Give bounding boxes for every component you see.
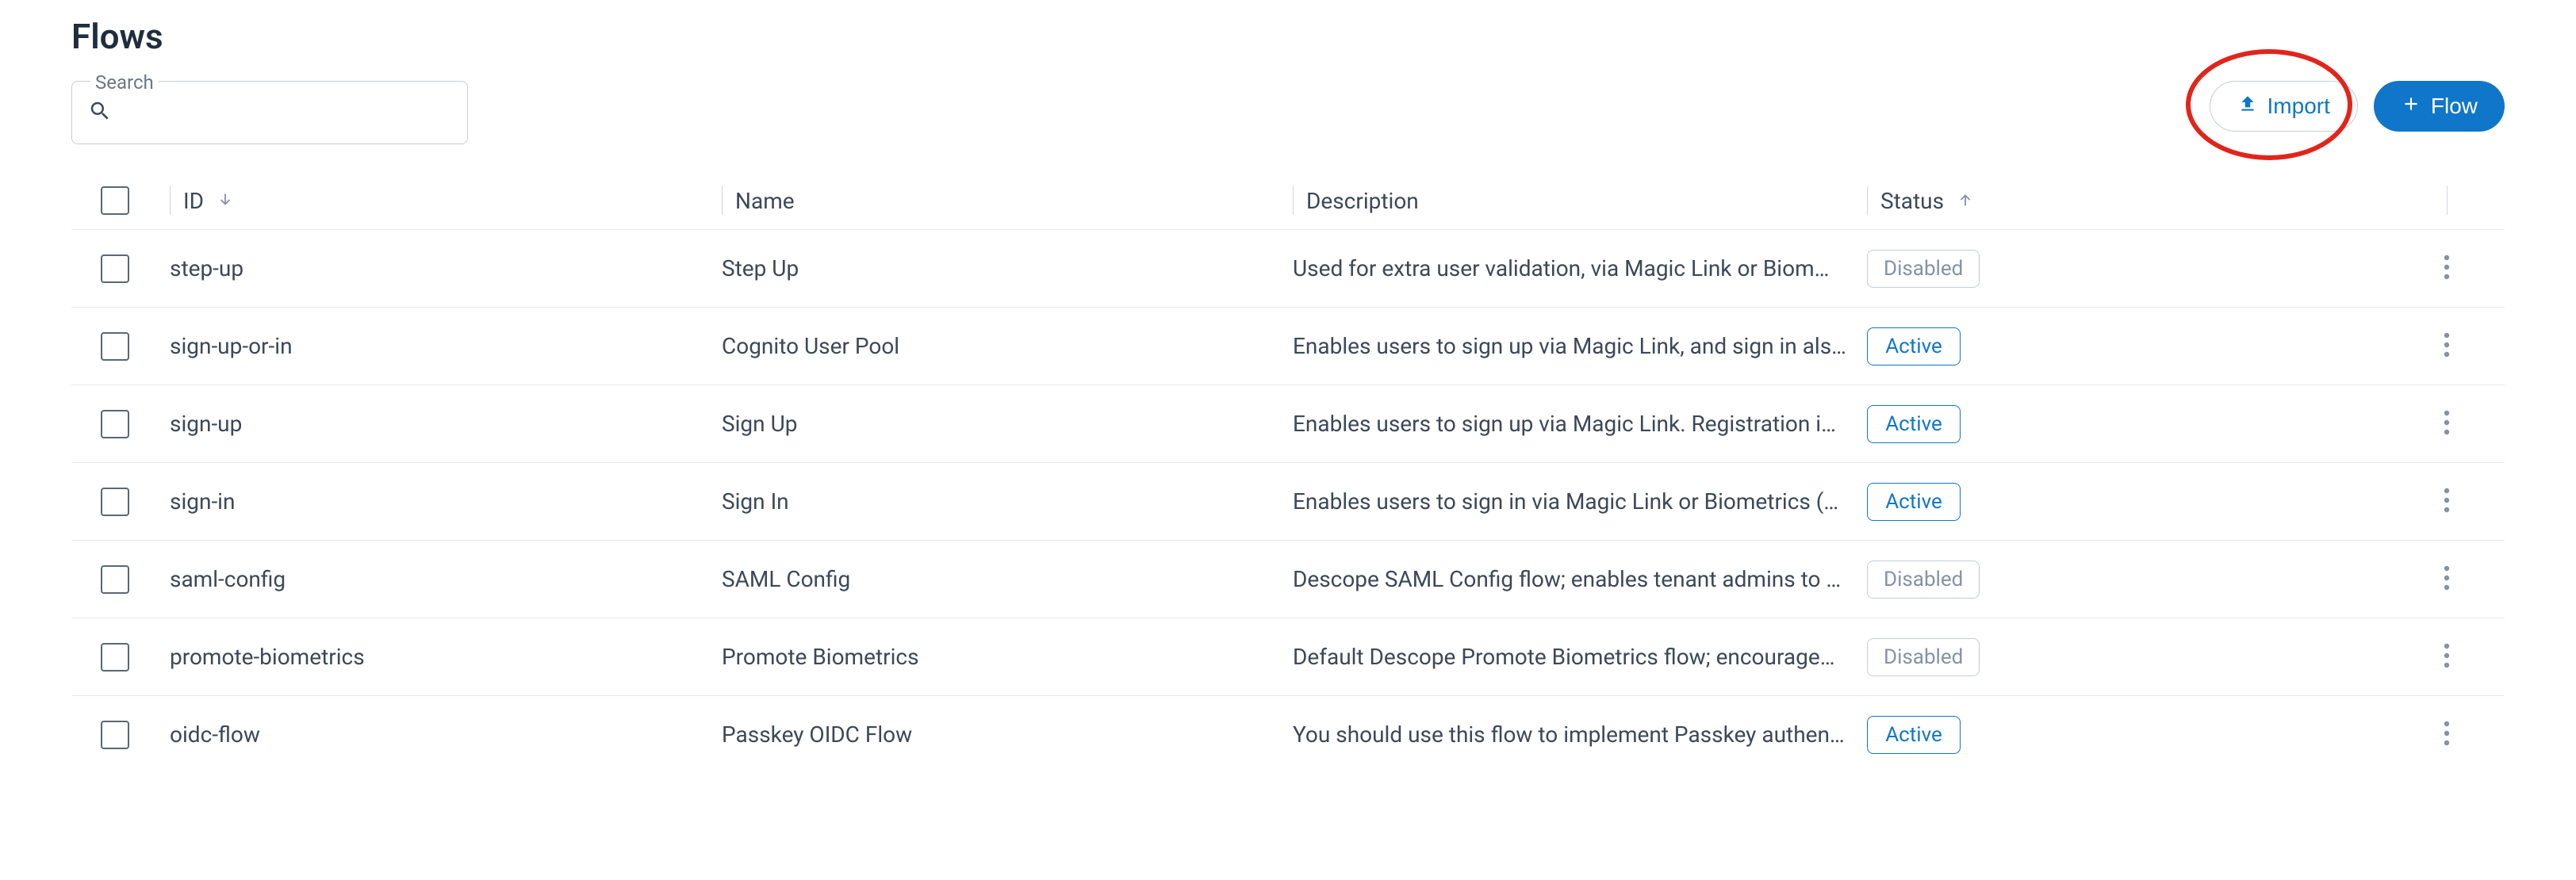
search-field-wrap: Search	[71, 81, 468, 144]
divider	[1293, 186, 1294, 215]
cell-description: Used for extra user validation, via Magi…	[1293, 255, 1829, 281]
column-header-description[interactable]: Description	[1277, 186, 1848, 215]
row-checkbox[interactable]	[101, 332, 129, 361]
more-vertical-icon	[2444, 643, 2450, 668]
table-header-row: ID Name Description Status	[71, 172, 2505, 229]
page-title: Flows	[71, 16, 2505, 57]
row-checkbox[interactable]	[101, 565, 129, 594]
row-actions-menu[interactable]	[2436, 635, 2458, 679]
cell-description: Descope SAML Config flow; enables tenant…	[1293, 566, 1841, 592]
column-header-status-label: Status	[1880, 188, 1944, 214]
status-badge: Active	[1867, 405, 1961, 443]
upload-icon	[2237, 94, 2258, 120]
divider	[1867, 186, 1868, 215]
more-vertical-icon	[2444, 488, 2450, 513]
cell-id: saml-config	[170, 566, 286, 592]
divider	[170, 186, 171, 215]
status-badge: Active	[1867, 716, 1961, 754]
cell-name: Passkey OIDC Flow	[722, 721, 912, 748]
cell-description: Enables users to sign up via Magic Link,…	[1293, 333, 1846, 359]
cell-id: sign-up-or-in	[170, 333, 293, 359]
row-actions-menu[interactable]	[2436, 557, 2458, 602]
cell-id: step-up	[170, 255, 243, 281]
row-actions-menu[interactable]	[2436, 402, 2458, 446]
cell-description: Default Descope Promote Biometrics flow;…	[1293, 644, 1834, 670]
new-flow-button-label: Flow	[2431, 94, 2478, 119]
column-header-name-label: Name	[735, 188, 795, 214]
search-label: Search	[90, 71, 159, 94]
row-actions-menu[interactable]	[2436, 247, 2458, 291]
row-actions-menu[interactable]	[2436, 324, 2458, 369]
table-row[interactable]: promote-biometrics Promote Biometrics De…	[71, 618, 2505, 695]
search-input[interactable]	[121, 100, 451, 125]
table-body: step-up Step Up Used for extra user vali…	[71, 229, 2505, 773]
more-vertical-icon	[2444, 565, 2450, 591]
cell-name: SAML Config	[722, 566, 850, 592]
cell-id: oidc-flow	[170, 721, 260, 748]
import-button[interactable]: Import	[2210, 81, 2358, 132]
column-header-description-label: Description	[1306, 188, 1419, 214]
cell-name: Sign Up	[722, 411, 797, 437]
plus-icon	[2401, 94, 2421, 120]
row-checkbox[interactable]	[101, 643, 129, 671]
more-vertical-icon	[2444, 721, 2450, 746]
row-checkbox[interactable]	[101, 410, 129, 438]
cell-description: Enables users to sign up via Magic Link.…	[1293, 411, 1836, 437]
search-icon	[88, 99, 112, 126]
table-row[interactable]: step-up Step Up Used for extra user vali…	[71, 229, 2505, 307]
sort-arrow-down-icon	[217, 188, 234, 214]
row-checkbox[interactable]	[101, 721, 129, 749]
divider	[2447, 186, 2448, 215]
cell-name: Promote Biometrics	[722, 644, 919, 670]
toolbar: Search Import Flow	[71, 81, 2505, 144]
column-header-id[interactable]: ID	[151, 186, 706, 215]
status-badge: Active	[1867, 327, 1961, 365]
cell-name: Step Up	[722, 255, 799, 281]
cell-description: Enables users to sign in via Magic Link …	[1293, 488, 1838, 515]
action-buttons: Import Flow	[2210, 81, 2505, 132]
table-row[interactable]: sign-in Sign In Enables users to sign in…	[71, 462, 2505, 540]
more-vertical-icon	[2444, 332, 2450, 358]
column-header-status[interactable]: Status	[1848, 186, 2411, 215]
table-row[interactable]: oidc-flow Passkey OIDC Flow You should u…	[71, 695, 2505, 773]
status-badge: Active	[1867, 483, 1961, 521]
column-header-name[interactable]: Name	[706, 186, 1277, 215]
cell-id: sign-up	[170, 411, 242, 437]
row-checkbox[interactable]	[101, 488, 129, 516]
cell-description: You should use this flow to implement Pa…	[1293, 721, 1845, 748]
row-checkbox[interactable]	[101, 254, 129, 283]
table-row[interactable]: sign-up Sign Up Enables users to sign up…	[71, 385, 2505, 462]
sort-arrow-up-icon	[1957, 188, 1974, 214]
cell-id: promote-biometrics	[170, 644, 365, 670]
table-row[interactable]: saml-config SAML Config Descope SAML Con…	[71, 540, 2505, 618]
new-flow-button[interactable]: Flow	[2374, 81, 2505, 132]
select-all-checkbox[interactable]	[101, 186, 129, 215]
status-badge: Disabled	[1867, 638, 1980, 676]
column-header-id-label: ID	[183, 188, 204, 214]
status-badge: Disabled	[1867, 561, 1980, 599]
more-vertical-icon	[2444, 254, 2450, 280]
cell-name: Cognito User Pool	[722, 333, 899, 359]
row-actions-menu[interactable]	[2436, 713, 2458, 757]
more-vertical-icon	[2444, 410, 2450, 435]
cell-id: sign-in	[170, 488, 235, 515]
status-badge: Disabled	[1867, 250, 1980, 288]
import-button-label: Import	[2267, 94, 2330, 119]
table-row[interactable]: sign-up-or-in Cognito User Pool Enables …	[71, 307, 2505, 385]
divider	[722, 186, 723, 215]
cell-name: Sign In	[722, 488, 789, 515]
flows-table: ID Name Description Status step-up	[71, 172, 2505, 773]
row-actions-menu[interactable]	[2436, 480, 2458, 524]
